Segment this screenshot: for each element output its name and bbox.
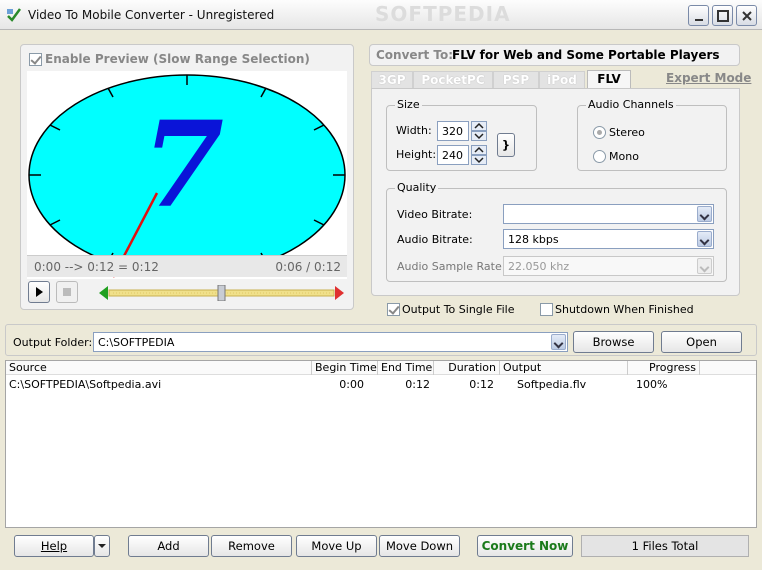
- expert-mode-link[interactable]: Expert Mode: [666, 71, 751, 85]
- chevron-down-icon: [697, 206, 712, 222]
- app-icon: [7, 8, 22, 22]
- convert-to-bar: Convert To: FLV for Web and Some Portabl…: [369, 44, 740, 66]
- stop-icon: [63, 288, 71, 296]
- minimize-icon: [695, 19, 703, 21]
- clock-digit: 7: [142, 95, 224, 234]
- shutdown-label: Shutdown When Finished: [555, 303, 694, 316]
- width-spinner[interactable]: [471, 121, 487, 141]
- tab-flv[interactable]: FLV: [587, 70, 631, 88]
- output-folder-input[interactable]: C:\SOFTPEDIA: [93, 332, 568, 352]
- row-end-time: 0:12: [405, 378, 430, 391]
- row-progress: 100%: [636, 378, 668, 391]
- move-down-button[interactable]: Move Down: [379, 535, 460, 557]
- range-slider[interactable]: [99, 284, 344, 302]
- audio-bitrate-label: Audio Bitrate:: [397, 233, 473, 246]
- chevron-down-icon: [98, 544, 106, 548]
- chevron-down-icon: [697, 258, 712, 274]
- files-total-status: 1 Files Total: [581, 535, 749, 557]
- maximize-button[interactable]: [712, 5, 733, 26]
- row-duration: 0:12: [469, 378, 494, 391]
- mono-label: Mono: [609, 150, 639, 163]
- convert-target: FLV for Web and Some Portable Players: [452, 48, 720, 62]
- move-up-button[interactable]: Move Up: [296, 535, 377, 557]
- width-label: Width:: [396, 124, 432, 137]
- preview-screen: 7: [27, 71, 347, 279]
- audio-bitrate-value: 128 kbps: [508, 233, 559, 246]
- help-dropdown-button[interactable]: [94, 535, 110, 557]
- quality-group-label: Quality: [395, 181, 439, 194]
- range-start-handle: [99, 286, 108, 300]
- audio-channels-group: Audio Channels Stereo Mono: [577, 98, 727, 171]
- range-text: 0:00 --> 0:12 = 0:12: [34, 260, 159, 274]
- file-list[interactable]: Source Begin Time End Time Duration Outp…: [5, 360, 757, 528]
- position-text: 0:06 / 0:12: [275, 260, 341, 274]
- open-button[interactable]: Open: [661, 331, 742, 353]
- remove-button[interactable]: Remove: [211, 535, 292, 557]
- sample-rate-value: 22.050 khz: [508, 260, 570, 273]
- height-spinner[interactable]: [471, 145, 487, 165]
- play-icon: [36, 287, 43, 297]
- help-button[interactable]: Help: [14, 535, 94, 557]
- stop-button[interactable]: [56, 281, 78, 303]
- size-group: Size Width: 320 Height: 240 }: [386, 98, 537, 171]
- settings-panel: Size Width: 320 Height: 240 } Audio Chan…: [371, 88, 740, 296]
- time-bar: 0:00 --> 0:12 = 0:12 0:06 / 0:12: [27, 255, 347, 277]
- play-button[interactable]: [28, 281, 50, 303]
- width-field[interactable]: 320: [437, 121, 469, 141]
- chevron-down-icon: [697, 231, 712, 247]
- sample-rate-select[interactable]: 22.050 khz: [503, 256, 714, 276]
- chevron-down-icon: [551, 334, 566, 350]
- slider-thumb: [217, 284, 226, 302]
- table-row[interactable]: C:\SOFTPEDIA\Softpedia.avi 0:00 0:12 0:1…: [6, 361, 696, 395]
- tab-pocketpc[interactable]: PocketPC: [413, 71, 493, 88]
- sample-rate-label: Audio Sample Rate:: [397, 260, 506, 273]
- maximize-icon: [717, 10, 729, 22]
- clock-preview: 7: [28, 74, 346, 278]
- shutdown-checkbox[interactable]: [540, 303, 553, 316]
- row-source: C:\SOFTPEDIA\Softpedia.avi: [9, 378, 162, 391]
- output-folder-row: Output Folder: C:\SOFTPEDIA Browse Open: [5, 324, 757, 356]
- height-field[interactable]: 240: [437, 145, 469, 165]
- minimize-button[interactable]: [688, 5, 709, 26]
- enable-preview-label: Enable Preview (Slow Range Selection): [45, 52, 310, 66]
- row-begin-time: 0:00: [339, 378, 364, 391]
- height-label: Height:: [396, 148, 437, 161]
- add-button[interactable]: Add: [128, 535, 209, 557]
- close-button[interactable]: [736, 5, 757, 26]
- stereo-label: Stereo: [609, 126, 645, 139]
- quality-group: Quality Video Bitrate: Audio Bitrate: 12…: [386, 181, 727, 282]
- range-end-handle: [335, 286, 344, 300]
- enable-preview-checkbox[interactable]: [29, 53, 42, 66]
- convert-to-label: Convert To:: [376, 48, 454, 62]
- single-file-label: Output To Single File: [402, 303, 515, 316]
- preview-panel: Enable Preview (Slow Range Selection) 7: [20, 44, 354, 310]
- single-file-checkbox[interactable]: [387, 303, 400, 316]
- tab-3gp[interactable]: 3GP: [371, 71, 413, 88]
- output-folder-value: C:\SOFTPEDIA: [98, 336, 175, 349]
- video-bitrate-select[interactable]: [503, 204, 714, 224]
- tab-psp[interactable]: PSP: [493, 71, 539, 88]
- stereo-radio[interactable]: [593, 126, 606, 139]
- title-bar: Video To Mobile Converter - Unregistered…: [0, 0, 762, 30]
- close-icon: [742, 11, 752, 21]
- output-folder-label: Output Folder:: [13, 336, 93, 349]
- audio-channels-label: Audio Channels: [586, 98, 676, 111]
- video-bitrate-label: Video Bitrate:: [397, 208, 473, 221]
- browse-button[interactable]: Browse: [573, 331, 654, 353]
- mono-radio[interactable]: [593, 150, 606, 163]
- size-group-label: Size: [395, 98, 422, 111]
- softpedia-watermark: SOFTPEDIA: [375, 2, 511, 26]
- convert-now-button[interactable]: Convert Now: [477, 535, 573, 557]
- tab-ipod[interactable]: iPod: [539, 71, 585, 88]
- aspect-lock-button[interactable]: }: [497, 133, 515, 157]
- audio-bitrate-select[interactable]: 128 kbps: [503, 229, 714, 249]
- row-output: Softpedia.flv: [517, 378, 587, 391]
- window-title: Video To Mobile Converter - Unregistered: [28, 8, 275, 22]
